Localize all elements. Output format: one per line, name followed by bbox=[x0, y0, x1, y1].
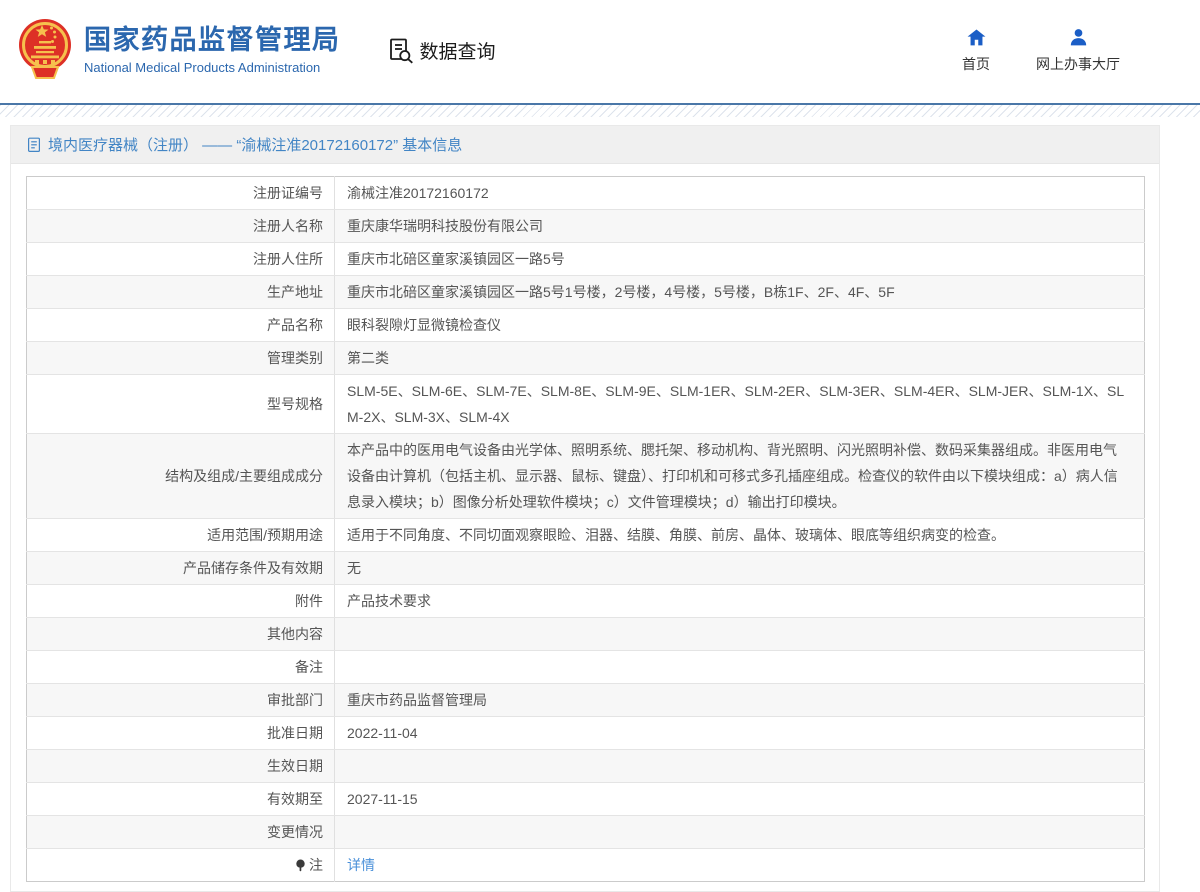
row-value: 重庆市药品监督管理局 bbox=[335, 684, 1145, 717]
nav-service-hall-label: 网上办事大厅 bbox=[1036, 54, 1120, 74]
table-row: 型号规格 SLM-5E、SLM-6E、SLM-7E、SLM-8E、SLM-9E、… bbox=[27, 375, 1145, 434]
row-label: 产品储存条件及有效期 bbox=[27, 552, 335, 585]
row-label: 型号规格 bbox=[27, 375, 335, 434]
hatch-stripe bbox=[0, 105, 1200, 117]
row-value: 渝械注准20172160172 bbox=[335, 177, 1145, 210]
table-row: 审批部门 重庆市药品监督管理局 bbox=[27, 684, 1145, 717]
table-row: 管理类别 第二类 bbox=[27, 342, 1145, 375]
panel-title-bar: 境内医疗器械（注册） —— “渝械注准20172160172” 基本信息 bbox=[11, 126, 1159, 164]
table-row: 批准日期 2022-11-04 bbox=[27, 717, 1145, 750]
row-label: 管理类别 bbox=[27, 342, 335, 375]
row-value: SLM-5E、SLM-6E、SLM-7E、SLM-8E、SLM-9E、SLM-1… bbox=[335, 375, 1145, 434]
row-value: 详情 bbox=[335, 849, 1145, 882]
row-label: 产品名称 bbox=[27, 309, 335, 342]
note-label: 注 bbox=[309, 857, 323, 873]
org-name-block: 国家药品监督管理局 National Medical Products Admi… bbox=[84, 25, 341, 75]
table-row: 变更情况 bbox=[27, 816, 1145, 849]
row-label: 变更情况 bbox=[27, 816, 335, 849]
registration-info-table: 注册证编号 渝械注准20172160172 注册人名称 重庆康华瑞明科技股份有限… bbox=[26, 176, 1145, 882]
row-value bbox=[335, 816, 1145, 849]
table-wrapper: 注册证编号 渝械注准20172160172 注册人名称 重庆康华瑞明科技股份有限… bbox=[11, 164, 1159, 891]
row-label: 注册证编号 bbox=[27, 177, 335, 210]
table-row: 注册人住所 重庆市北碚区童家溪镇园区一路5号 bbox=[27, 243, 1145, 276]
pin-icon bbox=[295, 859, 306, 872]
data-query-module[interactable]: 数据查询 bbox=[387, 37, 496, 64]
table-row: 注 详情 bbox=[27, 849, 1145, 882]
row-value: 眼科裂隙灯显微镜检查仪 bbox=[335, 309, 1145, 342]
nmpa-logo[interactable]: 国家药品监督管理局 National Medical Products Admi… bbox=[18, 17, 341, 83]
row-label: 批准日期 bbox=[27, 717, 335, 750]
details-link[interactable]: 详情 bbox=[347, 857, 375, 873]
org-name-en: National Medical Products Administration bbox=[84, 60, 341, 75]
row-label: 附件 bbox=[27, 585, 335, 618]
row-value: 2022-11-04 bbox=[335, 717, 1145, 750]
row-label: 备注 bbox=[27, 651, 335, 684]
content-panel: 境内医疗器械（注册） —— “渝械注准20172160172” 基本信息 注册证… bbox=[10, 125, 1160, 892]
home-icon bbox=[966, 27, 987, 48]
row-value bbox=[335, 618, 1145, 651]
org-name-cn: 国家药品监督管理局 bbox=[84, 25, 341, 56]
nav-home-label: 首页 bbox=[962, 54, 990, 74]
document-icon bbox=[27, 137, 41, 153]
table-row: 备注 bbox=[27, 651, 1145, 684]
header-nav: 首页 网上办事大厅 bbox=[962, 27, 1200, 74]
row-label: 注册人名称 bbox=[27, 210, 335, 243]
row-label: 适用范围/预期用途 bbox=[27, 519, 335, 552]
table-row: 附件 产品技术要求 bbox=[27, 585, 1145, 618]
row-value: 重庆市北碚区童家溪镇园区一路5号 bbox=[335, 243, 1145, 276]
row-label: 生产地址 bbox=[27, 276, 335, 309]
row-label: 注 bbox=[27, 849, 335, 882]
row-label: 生效日期 bbox=[27, 750, 335, 783]
row-value: 产品技术要求 bbox=[335, 585, 1145, 618]
row-value: 2027-11-15 bbox=[335, 783, 1145, 816]
row-value: 无 bbox=[335, 552, 1145, 585]
table-row: 生产地址 重庆市北碚区童家溪镇园区一路5号1号楼，2号楼，4号楼，5号楼，B栋1… bbox=[27, 276, 1145, 309]
site-header: 国家药品监督管理局 National Medical Products Admi… bbox=[0, 0, 1200, 100]
table-row: 产品名称 眼科裂隙灯显微镜检查仪 bbox=[27, 309, 1145, 342]
row-value bbox=[335, 750, 1145, 783]
table-row: 注册证编号 渝械注准20172160172 bbox=[27, 177, 1145, 210]
doc-search-icon bbox=[387, 37, 414, 64]
national-emblem-icon bbox=[18, 17, 72, 83]
table-row: 适用范围/预期用途 适用于不同角度、不同切面观察眼睑、泪器、结膜、角膜、前房、晶… bbox=[27, 519, 1145, 552]
nav-service-hall[interactable]: 网上办事大厅 bbox=[1036, 27, 1120, 74]
row-label: 其他内容 bbox=[27, 618, 335, 651]
nav-home[interactable]: 首页 bbox=[962, 27, 990, 74]
table-row: 产品储存条件及有效期 无 bbox=[27, 552, 1145, 585]
table-row: 其他内容 bbox=[27, 618, 1145, 651]
row-label: 有效期至 bbox=[27, 783, 335, 816]
row-label: 审批部门 bbox=[27, 684, 335, 717]
page-title: 境内医疗器械（注册） —— “渝械注准20172160172” 基本信息 bbox=[48, 134, 462, 155]
row-label: 结构及组成/主要组成成分 bbox=[27, 434, 335, 519]
table-row: 结构及组成/主要组成成分 本产品中的医用电气设备由光学体、照明系统、腮托架、移动… bbox=[27, 434, 1145, 519]
row-value: 重庆市北碚区童家溪镇园区一路5号1号楼，2号楼，4号楼，5号楼，B栋1F、2F、… bbox=[335, 276, 1145, 309]
user-icon bbox=[1068, 27, 1089, 48]
row-value: 重庆康华瑞明科技股份有限公司 bbox=[335, 210, 1145, 243]
row-value: 本产品中的医用电气设备由光学体、照明系统、腮托架、移动机构、背光照明、闪光照明补… bbox=[335, 434, 1145, 519]
row-label: 注册人住所 bbox=[27, 243, 335, 276]
module-title-label: 数据查询 bbox=[420, 37, 496, 64]
table-row: 注册人名称 重庆康华瑞明科技股份有限公司 bbox=[27, 210, 1145, 243]
table-row: 生效日期 bbox=[27, 750, 1145, 783]
row-value: 第二类 bbox=[335, 342, 1145, 375]
row-value bbox=[335, 651, 1145, 684]
row-value: 适用于不同角度、不同切面观察眼睑、泪器、结膜、角膜、前房、晶体、玻璃体、眼底等组… bbox=[335, 519, 1145, 552]
table-row: 有效期至 2027-11-15 bbox=[27, 783, 1145, 816]
